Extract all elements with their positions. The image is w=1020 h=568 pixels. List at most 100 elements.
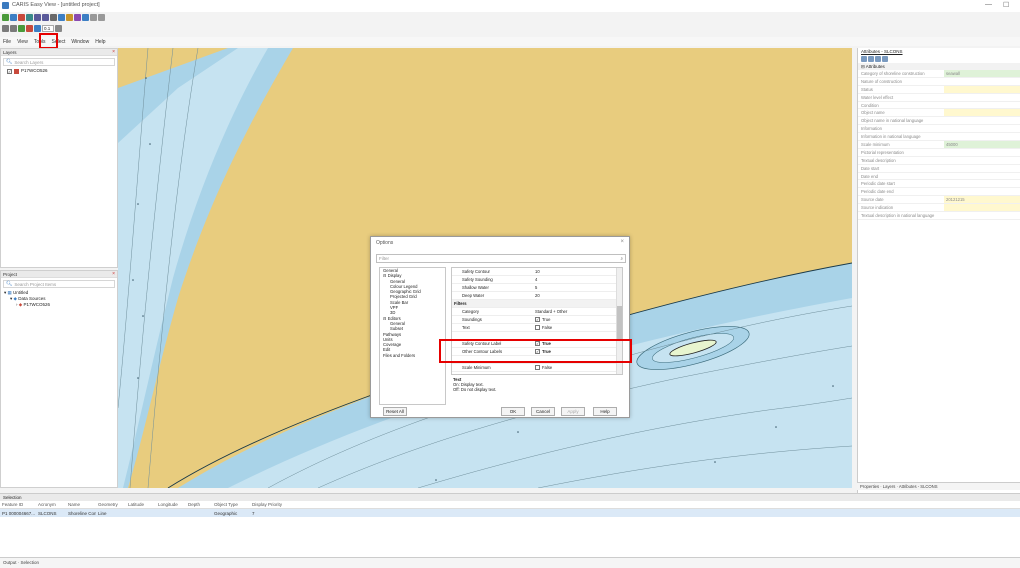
alphabetical-icon[interactable]: [868, 56, 874, 62]
property-row[interactable]: Scale Minimum False: [452, 364, 622, 372]
apply-button[interactable]: Apply: [561, 407, 585, 416]
attribute-value[interactable]: seawall: [944, 70, 1020, 77]
close-icon[interactable]: ×: [112, 49, 115, 56]
value-checkbox[interactable]: [535, 365, 540, 370]
property-value[interactable]: Standard + Other: [532, 309, 622, 314]
property-value[interactable]: 20: [532, 293, 622, 298]
attribute-row[interactable]: Nature of construction: [858, 78, 1020, 86]
attribute-value[interactable]: 20121215: [944, 196, 1020, 204]
attribute-value[interactable]: [944, 125, 1020, 132]
column-header[interactable]: Name: [66, 502, 96, 507]
column-header[interactable]: Display Priority: [250, 502, 290, 507]
attribute-row[interactable]: Information: [858, 125, 1020, 134]
property-row[interactable]: Soundings ✓ True: [452, 316, 622, 324]
menu-file[interactable]: File: [3, 39, 11, 45]
property-value[interactable]: False: [532, 365, 622, 370]
value-checkbox[interactable]: [535, 325, 540, 330]
column-header[interactable]: Longitude: [156, 502, 186, 507]
attribute-value[interactable]: [944, 204, 1020, 212]
property-row[interactable]: Text False: [452, 324, 622, 332]
scrollbar-thumb[interactable]: [617, 306, 622, 340]
cancel-button[interactable]: Cancel: [531, 407, 555, 416]
attribute-value[interactable]: [944, 188, 1020, 195]
attribute-value[interactable]: [944, 102, 1020, 109]
column-header[interactable]: Object Type: [212, 502, 250, 507]
reset-all-button[interactable]: Reset All: [383, 407, 407, 416]
attribute-value[interactable]: 45000: [944, 141, 1020, 148]
table-icon[interactable]: [10, 24, 17, 32]
property-row[interactable]: Safety Contour 10: [452, 268, 622, 276]
property-row[interactable]: Filters: [452, 300, 622, 308]
attribute-row[interactable]: Object name: [858, 109, 1020, 118]
attribute-row[interactable]: Information in national language: [858, 133, 1020, 142]
measure-icon[interactable]: [66, 13, 73, 21]
zoom-in-icon[interactable]: [34, 13, 41, 21]
property-row[interactable]: Deep Water 20: [452, 292, 622, 300]
attribute-row[interactable]: Date start: [858, 165, 1020, 173]
property-row[interactable]: Category Standard + Other: [452, 308, 622, 316]
project-search-input[interactable]: 🔍︎ Search Project Items: [3, 280, 115, 288]
attribute-value[interactable]: [944, 78, 1020, 85]
search-map-icon[interactable]: [34, 24, 41, 32]
globe-icon[interactable]: [26, 13, 33, 21]
select-icon[interactable]: [50, 13, 57, 21]
attribute-value[interactable]: [944, 180, 1020, 187]
attribute-row[interactable]: Object name in national language: [858, 117, 1020, 126]
save-icon[interactable]: [10, 13, 17, 21]
attribute-row[interactable]: Water level effect: [858, 94, 1020, 102]
filter-icon[interactable]: [18, 24, 25, 32]
open-icon[interactable]: [2, 13, 9, 21]
attribute-row[interactable]: Category of shoreline construction seawal…: [858, 70, 1020, 78]
minimize-button[interactable]: —: [985, 1, 992, 8]
bottom-tabs[interactable]: Output · Selection: [0, 557, 1020, 568]
sort-icon[interactable]: [861, 56, 867, 62]
attribute-row[interactable]: Condition: [858, 102, 1020, 110]
property-row[interactable]: Safety Sounding 4: [452, 276, 622, 284]
settings-icon[interactable]: [55, 24, 62, 32]
info-icon[interactable]: [74, 13, 81, 21]
tree-item-files-folders[interactable]: Files and Folders: [380, 353, 445, 358]
pointer-icon[interactable]: [58, 13, 65, 21]
attribute-row[interactable]: Source date 20121215: [858, 196, 1020, 205]
layer-checkbox[interactable]: ✓: [7, 68, 12, 74]
attribute-row[interactable]: Periodic date start: [858, 180, 1020, 189]
layers-search-input[interactable]: 🔍︎ Search Layers: [3, 58, 115, 66]
attribute-row[interactable]: Scale minimum 45000: [858, 141, 1020, 149]
attribute-value[interactable]: [944, 173, 1020, 180]
property-value[interactable]: 10: [532, 269, 622, 274]
flag-icon[interactable]: [26, 24, 33, 32]
attribute-row[interactable]: Textual description in national language: [858, 212, 1020, 220]
edit-icon[interactable]: [882, 56, 888, 62]
pan-icon[interactable]: [82, 13, 89, 21]
attribute-value[interactable]: [944, 212, 1020, 219]
property-value[interactable]: ✓ True: [532, 317, 622, 322]
menu-window[interactable]: Window: [71, 39, 89, 45]
close-icon[interactable]: ×: [112, 271, 115, 278]
attribute-row[interactable]: Status: [858, 85, 1020, 94]
attribute-value[interactable]: [944, 109, 1020, 117]
attribute-value[interactable]: [944, 94, 1020, 101]
column-header[interactable]: Latitude: [126, 502, 156, 507]
column-header[interactable]: Geometry: [96, 502, 126, 507]
close-icon[interactable]: ×: [620, 239, 624, 245]
attribute-value[interactable]: [944, 117, 1020, 124]
property-row[interactable]: Shallow Water 5: [452, 284, 622, 292]
right-panel-tabs[interactable]: Properties · Layers · Attributes - SLCON…: [857, 482, 1020, 490]
attribute-value[interactable]: [944, 85, 1020, 93]
attribute-value[interactable]: [944, 133, 1020, 140]
property-value[interactable]: 5: [532, 285, 622, 290]
property-value[interactable]: False: [532, 325, 622, 330]
layer-item[interactable]: ✓ P17WCO526: [1, 68, 117, 74]
column-header[interactable]: Feature ID: [0, 502, 36, 507]
project-item-chart[interactable]: › ◆ P17WCO526: [1, 302, 117, 308]
property-value[interactable]: 4: [532, 277, 622, 282]
zoom-out-icon[interactable]: [42, 13, 49, 21]
help-button[interactable]: Help: [593, 407, 617, 416]
print-icon[interactable]: [98, 13, 105, 21]
ok-button[interactable]: OK: [501, 407, 525, 416]
attribute-value[interactable]: [944, 149, 1020, 156]
attribute-row[interactable]: Textual description: [858, 157, 1020, 165]
menu-view[interactable]: View: [17, 39, 28, 45]
table-row[interactable]: P1 000004667...SLCONS Shoreline Con...Lin…: [0, 509, 1020, 517]
grid-icon[interactable]: [2, 24, 9, 32]
